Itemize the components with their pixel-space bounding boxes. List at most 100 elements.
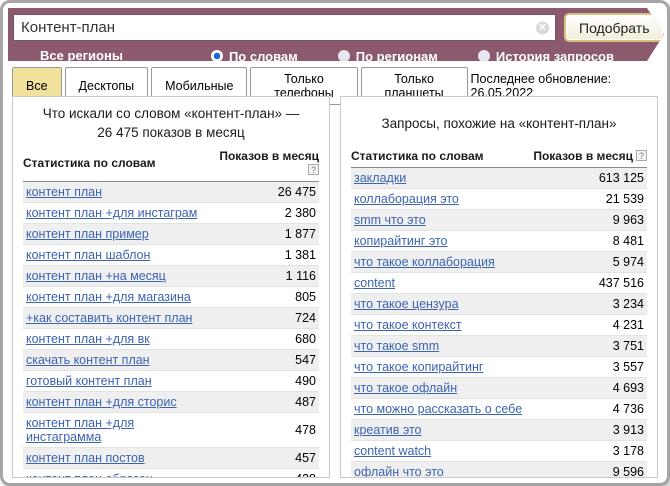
app-window: ✕ Подобрать Все регионы По словам По рег… <box>0 0 670 486</box>
keyword-link[interactable]: контент план образец <box>26 472 153 478</box>
impressions-value: 3 178 <box>530 441 647 462</box>
table-row: +как составить контент план 724 <box>23 308 319 329</box>
impressions-value: 3 557 <box>530 357 647 378</box>
similar-queries-table: Статистика по словам Показов в месяц? за… <box>351 145 647 478</box>
help-icon[interactable]: ? <box>636 150 647 161</box>
impressions-value: 805 <box>209 287 319 308</box>
table-row: скачать контент план 547 <box>23 350 319 371</box>
impressions-value: 21 539 <box>530 189 647 210</box>
keyword-link[interactable]: закладки <box>354 171 406 185</box>
keyword-link[interactable]: что такое коллаборация <box>354 255 495 269</box>
keyword-link[interactable]: content watch <box>354 444 431 458</box>
table-row: контент план образец 428 <box>23 469 319 479</box>
table-row: контент план постов 457 <box>23 448 319 469</box>
table-header-row: Статистика по словам Показов в месяц? <box>351 145 647 168</box>
keyword-link[interactable]: контент план <box>26 185 102 199</box>
impressions-value: 613 125 <box>530 168 647 189</box>
keyword-link[interactable]: офлайн что это <box>354 465 444 478</box>
table-row: контент план +на месяц 1 116 <box>23 266 319 287</box>
col-phrase-header: Статистика по словам <box>23 145 209 182</box>
search-mode-radio[interactable]: История запросов <box>478 49 614 64</box>
table-row: контент план +для магазина 805 <box>23 287 319 308</box>
impressions-value: 1 116 <box>209 266 319 287</box>
keyword-link[interactable]: smm что это <box>354 213 426 227</box>
keyword-link[interactable]: что такое офлайн <box>354 381 457 395</box>
keyword-link[interactable]: контент план пример <box>26 227 149 241</box>
panel-title: Что искали со словом «контент-план» — 26… <box>23 99 319 145</box>
radio-icon <box>478 50 490 62</box>
keyword-link[interactable]: контент план +на месяц <box>26 269 166 283</box>
radio-icon <box>211 50 223 62</box>
panel-title: Запросы, похожие на «контент-план» <box>351 99 647 145</box>
impressions-value: 1 381 <box>209 245 319 266</box>
search-mode-radios: Все регионы По словам По регионам Истори… <box>8 42 664 64</box>
col-count-header: Показов в месяц? <box>209 145 319 182</box>
table-row: контент план +для инстаграм 2 380 <box>23 203 319 224</box>
impressions-value: 437 516 <box>530 273 647 294</box>
keyword-link[interactable]: +как составить контент план <box>26 311 192 325</box>
clear-search-icon[interactable]: ✕ <box>536 21 549 34</box>
keyword-link[interactable]: контент план +для инстаграмма <box>26 416 134 444</box>
table-row: готовый контент план 490 <box>23 371 319 392</box>
keyword-link[interactable]: что такое копирайтинг <box>354 360 483 374</box>
table-header-row: Статистика по словам Показов в месяц? <box>23 145 319 182</box>
keyword-link[interactable]: коллаборация это <box>354 192 459 206</box>
impressions-value: 2 380 <box>209 203 319 224</box>
table-row: контент план +для сторис 487 <box>23 392 319 413</box>
search-box: ✕ <box>13 14 556 41</box>
table-row: копирайтинг это 8 481 <box>351 231 647 252</box>
keyword-link[interactable]: что такое контекст <box>354 318 462 332</box>
keyword-link[interactable]: контент план +для инстаграм <box>26 206 197 220</box>
table-row: коллаборация это 21 539 <box>351 189 647 210</box>
impressions-value: 5 974 <box>530 252 647 273</box>
keyword-stats-table: Статистика по словам Показов в месяц? ко… <box>23 145 319 478</box>
keyword-link[interactable]: готовый контент план <box>26 374 152 388</box>
table-row: что такое цензура 3 234 <box>351 294 647 315</box>
search-row: ✕ Подобрать <box>8 8 664 42</box>
impressions-value: 26 475 <box>209 182 319 203</box>
table-row: контент план шаблон 1 381 <box>23 245 319 266</box>
search-header: ✕ Подобрать Все регионы По словам По рег… <box>8 8 664 61</box>
keyword-link[interactable]: креатив это <box>354 423 422 437</box>
all-regions-link[interactable]: Все регионы <box>40 48 123 64</box>
similar-queries-panel: Запросы, похожие на «контент-план» Стати… <box>340 96 658 478</box>
help-icon[interactable]: ? <box>308 164 319 175</box>
radio-icon <box>338 50 350 62</box>
keyword-link[interactable]: что можно рассказать о себе <box>354 402 522 416</box>
impressions-value: 4 231 <box>530 315 647 336</box>
keyword-link[interactable]: content <box>354 276 395 290</box>
submit-button[interactable]: Подобрать <box>564 13 665 42</box>
impressions-value: 680 <box>209 329 319 350</box>
table-row: что такое офлайн 4 693 <box>351 378 647 399</box>
keyword-link[interactable]: контент план +для магазина <box>26 290 191 304</box>
keyword-link[interactable]: контент план +для сторис <box>26 395 177 409</box>
table-row: контент план 26 475 <box>23 182 319 203</box>
impressions-value: 457 <box>209 448 319 469</box>
impressions-value: 9 596 <box>530 462 647 479</box>
keyword-link[interactable]: что такое smm <box>354 339 439 353</box>
table-row: что такое smm 3 751 <box>351 336 647 357</box>
keyword-link[interactable]: скачать контент план <box>26 353 150 367</box>
impressions-value: 490 <box>209 371 319 392</box>
col-phrase-header: Статистика по словам <box>351 145 530 168</box>
keyword-link[interactable]: контент план +для вк <box>26 332 150 346</box>
keyword-link[interactable]: копирайтинг это <box>354 234 447 248</box>
table-row: content watch 3 178 <box>351 441 647 462</box>
impressions-value: 3 913 <box>530 420 647 441</box>
keyword-stats-panel: Что искали со словом «контент-план» — 26… <box>12 96 330 478</box>
table-row: content 437 516 <box>351 273 647 294</box>
impressions-value: 3 751 <box>530 336 647 357</box>
table-row: контент план пример 1 877 <box>23 224 319 245</box>
keyword-link[interactable]: что такое цензура <box>354 297 459 311</box>
impressions-value: 547 <box>209 350 319 371</box>
search-mode-radio[interactable]: По словам <box>211 49 298 64</box>
search-input[interactable] <box>14 15 555 40</box>
search-mode-radio[interactable]: По регионам <box>338 49 438 64</box>
keyword-link[interactable]: контент план постов <box>26 451 145 465</box>
table-row: что такое коллаборация 5 974 <box>351 252 647 273</box>
results-area: Что искали со словом «контент-план» — 26… <box>12 96 658 478</box>
table-row: креатив это 3 913 <box>351 420 647 441</box>
impressions-value: 4 736 <box>530 399 647 420</box>
keyword-link[interactable]: контент план шаблон <box>26 248 150 262</box>
table-row: что такое контекст 4 231 <box>351 315 647 336</box>
